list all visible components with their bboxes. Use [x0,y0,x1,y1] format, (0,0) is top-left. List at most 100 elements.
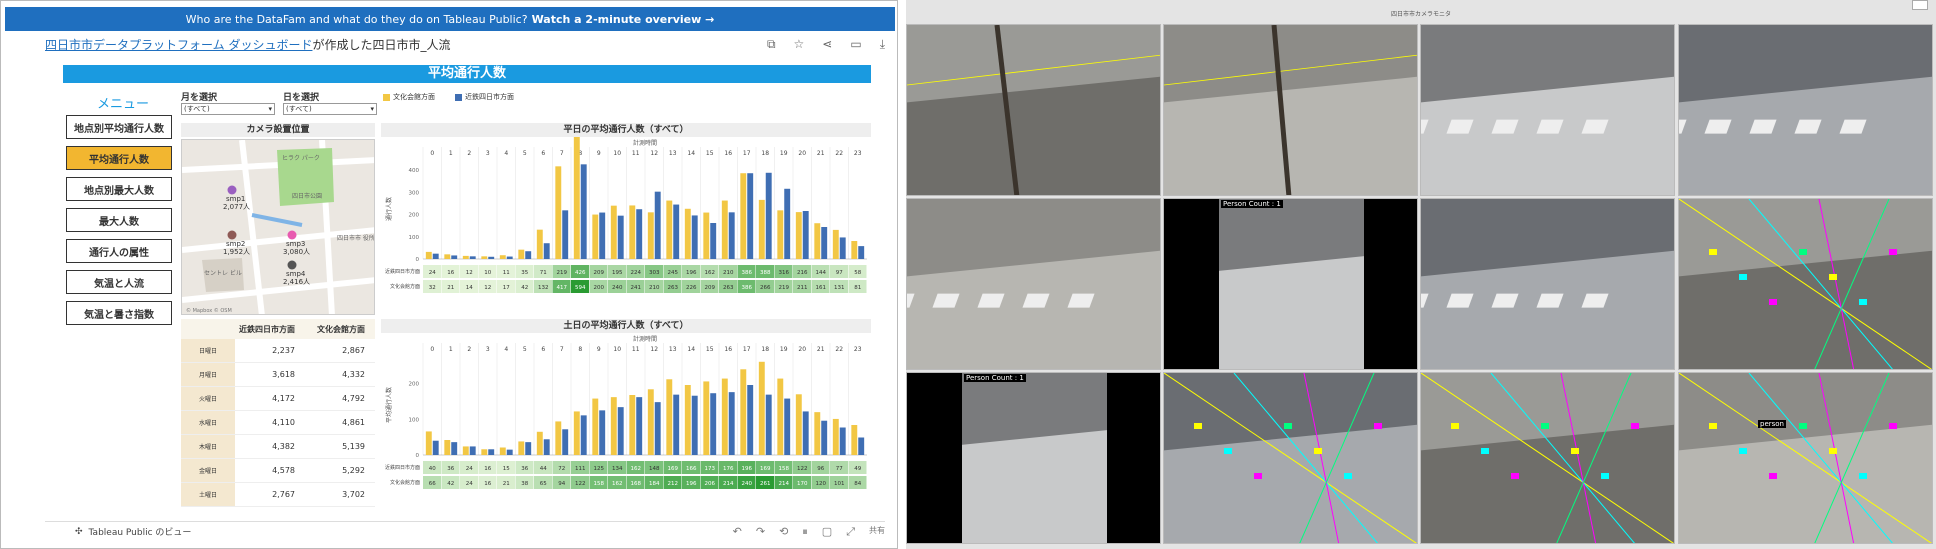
bar-kintetsu[interactable] [802,411,809,455]
bar-bunka[interactable] [832,229,839,259]
bar-kintetsu[interactable] [691,395,698,455]
undo-icon[interactable]: ↶ [733,525,742,539]
download-icon[interactable]: ⤓ [880,37,885,52]
bar-kintetsu[interactable] [802,211,809,259]
bar-kintetsu[interactable] [543,439,550,455]
bar-bunka[interactable] [814,223,821,259]
share-button[interactable]: 共有 [869,525,885,539]
menu-button[interactable]: 気温と人流 [66,270,172,294]
bar-kintetsu[interactable] [765,172,772,259]
info-banner[interactable]: Who are the DataFam and what do they do … [5,7,895,31]
bar-bunka[interactable] [703,381,710,455]
camera-feed[interactable] [1163,24,1418,196]
bar-kintetsu[interactable] [765,394,772,455]
camera-feed[interactable] [1420,24,1675,196]
month-select[interactable]: (すべて) ▾ [181,103,275,115]
bar-bunka[interactable] [462,446,469,455]
menu-button[interactable]: 地点別最大人数 [66,177,172,201]
bar-kintetsu[interactable] [784,188,791,259]
author-link[interactable]: 四日市市データプラットフォーム ダッシュボード [45,36,312,53]
menu-button[interactable]: 通行人の属性 [66,239,172,263]
camera-feed[interactable] [1163,372,1418,544]
bar-kintetsu[interactable] [617,215,624,259]
menu-button[interactable]: 地点別平均通行人数 [66,115,172,139]
revert-icon[interactable]: ⟲ [779,525,788,539]
bar-bunka[interactable] [481,256,488,259]
bar-kintetsu[interactable] [728,212,735,259]
share-icon[interactable]: ⋖ [822,37,832,52]
bar-bunka[interactable] [666,200,673,259]
bar-bunka[interactable] [610,205,617,259]
bar-bunka[interactable] [518,249,525,259]
bar-kintetsu[interactable] [469,256,476,259]
bar-bunka[interactable] [795,212,802,259]
bar-kintetsu[interactable] [821,227,828,259]
bar-kintetsu[interactable] [858,246,865,259]
bar-kintetsu[interactable] [562,210,569,259]
bar-kintetsu[interactable] [488,449,495,455]
bar-kintetsu[interactable] [451,255,458,259]
camera-feed[interactable] [1163,198,1418,370]
bar-kintetsu[interactable] [636,397,643,455]
bar-kintetsu[interactable] [506,449,513,455]
bar-bunka[interactable] [721,200,728,259]
camera-feed[interactable] [1678,372,1933,544]
present-icon[interactable]: ▭ [850,37,861,52]
bar-bunka[interactable] [703,212,710,259]
favorite-icon[interactable]: ☆ [794,37,805,52]
bar-bunka[interactable] [425,251,432,259]
bar-kintetsu[interactable] [580,415,587,455]
bar-bunka[interactable] [499,255,506,259]
bar-bunka[interactable] [536,229,543,259]
bar-bunka[interactable] [592,214,599,259]
camera-feed[interactable] [1678,198,1933,370]
bar-bunka[interactable] [592,398,599,455]
bar-kintetsu[interactable] [710,223,717,259]
bar-kintetsu[interactable] [525,442,532,455]
bar-bunka[interactable] [462,255,469,259]
bar-bunka[interactable] [758,361,765,455]
bar-bunka[interactable] [777,210,784,259]
camera-feed[interactable] [1420,198,1675,370]
bar-kintetsu[interactable] [747,173,754,259]
bar-bunka[interactable] [444,440,451,455]
legend-item[interactable]: 文化会館方面 [383,92,435,102]
camera-feed[interactable] [1420,372,1675,544]
menu-button[interactable]: 気温と暑さ指数 [66,301,172,325]
menu-button[interactable]: 最大人数 [66,208,172,232]
bar-bunka[interactable] [814,412,821,455]
bar-bunka[interactable] [832,418,839,455]
bar-kintetsu[interactable] [839,237,846,259]
bar-kintetsu[interactable] [636,209,643,259]
bar-kintetsu[interactable] [525,251,532,259]
bar-kintetsu[interactable] [673,394,680,455]
bar-bunka[interactable] [684,208,691,259]
window-button[interactable] [1912,0,1928,10]
camera-feed[interactable] [906,24,1161,196]
camera-feed[interactable] [906,372,1161,544]
bar-bunka[interactable] [518,441,525,455]
bar-bunka[interactable] [851,425,858,455]
bar-bunka[interactable] [758,199,765,259]
menu-button[interactable]: 平均通行人数 [66,146,172,170]
bar-kintetsu[interactable] [821,420,828,455]
bar-kintetsu[interactable] [580,164,587,259]
footer-text[interactable]: Tableau Public のビュー [89,525,192,538]
bar-bunka[interactable] [851,241,858,259]
camera-map[interactable]: ヒラク パーク 四日市公園 セントレ ビル 四日市市 役所 smp1 2,077人… [181,139,375,315]
legend-item[interactable]: 近鉄四日市方面 [455,92,514,102]
bar-bunka[interactable] [573,137,580,259]
redo-icon[interactable]: ↷ [756,525,765,539]
pause-icon[interactable]: ⏸ [802,525,808,539]
bar-bunka[interactable] [629,205,636,259]
bar-bunka[interactable] [536,431,543,455]
day-select[interactable]: (すべて) ▾ [283,103,377,115]
bar-bunka[interactable] [573,411,580,455]
bar-bunka[interactable] [499,447,506,456]
bar-kintetsu[interactable] [432,253,439,259]
bar-kintetsu[interactable] [432,440,439,455]
bar-kintetsu[interactable] [728,392,735,455]
bar-kintetsu[interactable] [506,256,513,259]
bar-bunka[interactable] [740,173,747,259]
bar-kintetsu[interactable] [710,393,717,455]
